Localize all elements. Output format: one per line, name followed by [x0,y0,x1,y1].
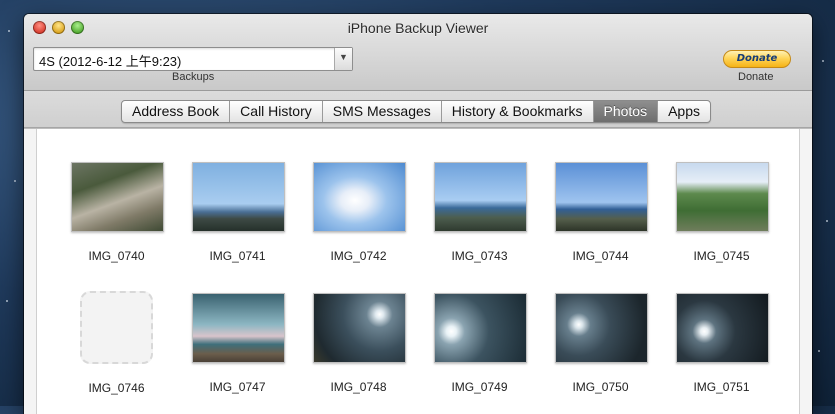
photos-grid: IMG_0740 IMG_0741 IMG_0742 IMG_0743 IMG_… [24,128,812,414]
photo-label: IMG_0742 [330,249,387,263]
photo-item[interactable]: IMG_0743 [434,162,527,263]
photo-thumbnail[interactable] [313,293,406,363]
desktop-star [826,220,828,222]
photo-label: IMG_0748 [330,380,387,394]
photo-label: IMG_0741 [209,249,266,263]
photo-label: IMG_0746 [88,381,145,395]
photo-label: IMG_0747 [209,380,266,394]
photo-item[interactable]: IMG_0747 [192,293,285,394]
photos-scroll-area[interactable]: IMG_0740 IMG_0741 IMG_0742 IMG_0743 IMG_… [36,129,800,414]
desktop-star [6,300,8,302]
window-title: iPhone Backup Viewer [347,20,489,36]
donate-label: Donate [738,71,774,83]
photo-thumbnail[interactable] [676,162,769,232]
photo-thumbnail[interactable] [313,162,406,232]
app-window: iPhone Backup Viewer 4S (2012-6-12 上午9:2… [24,14,812,414]
segmented-tabs: Address Book Call History SMS Messages H… [121,100,712,123]
photo-thumbnail[interactable] [676,293,769,363]
photo-item[interactable]: IMG_0744 [555,162,648,263]
photo-thumbnail[interactable] [555,162,648,232]
tab-call-history[interactable]: Call History [230,101,323,122]
photo-item[interactable]: IMG_0749 [434,293,527,394]
tab-photos[interactable]: Photos [593,101,659,122]
photo-item[interactable]: IMG_0750 [555,293,648,394]
photo-item[interactable]: IMG_0740 [71,162,164,263]
photo-label: IMG_0745 [693,249,750,263]
backup-dropdown[interactable]: 4S (2012-6-12 上午9:23) ▼ [33,47,353,71]
photo-thumbnail[interactable] [71,162,164,232]
photo-item[interactable]: IMG_0745 [676,162,769,263]
photo-item[interactable]: IMG_0742 [313,162,406,263]
tab-sms-messages[interactable]: SMS Messages [323,101,442,122]
desktop: { "window": { "title": "iPhone Backup Vi… [0,0,835,414]
photo-thumbnail[interactable] [192,162,285,232]
tab-apps[interactable]: Apps [658,101,710,122]
photo-thumbnail[interactable] [555,293,648,363]
photo-item[interactable]: IMG_0748 [313,293,406,394]
photo-item[interactable]: IMG_0741 [192,162,285,263]
dropdown-arrow[interactable]: ▼ [334,48,352,70]
backups-label: Backups [172,71,215,83]
donate-button[interactable]: Donate [723,50,791,68]
photo-thumbnail[interactable] [434,293,527,363]
photo-label: IMG_0740 [88,249,145,263]
photo-item[interactable]: IMG_0746 [71,291,162,395]
photo-label: IMG_0749 [451,380,508,394]
tab-address-book[interactable]: Address Book [122,101,231,122]
photo-label: IMG_0751 [693,380,750,394]
desktop-star [14,180,16,182]
desktop-star [8,30,10,32]
backup-selected-value: 4S (2012-6-12 上午9:23) [39,54,182,69]
chevron-down-icon: ▼ [339,52,348,62]
offscreen-label [71,129,162,137]
desktop-star [822,60,824,62]
title-bar: iPhone Backup Viewer 4S (2012-6-12 上午9:2… [24,14,812,91]
photo-thumbnail[interactable] [192,293,285,363]
photo-thumbnail[interactable] [434,162,527,232]
photo-placeholder[interactable] [80,291,153,364]
photo-label: IMG_0750 [572,380,629,394]
photo-item[interactable]: IMG_0751 [676,293,769,394]
desktop-star [818,350,820,352]
photo-label: IMG_0743 [451,249,508,263]
photo-label: IMG_0744 [572,249,629,263]
tab-history-bookmarks[interactable]: History & Bookmarks [442,101,594,122]
